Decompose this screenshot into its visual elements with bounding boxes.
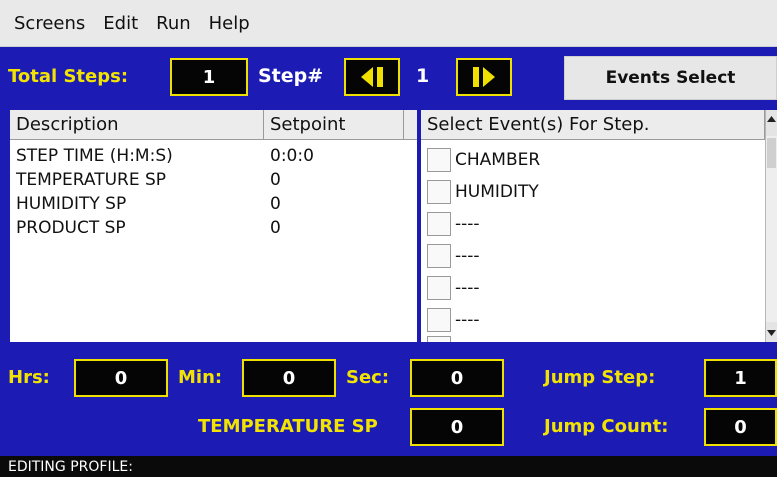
menu-run[interactable]: Run: [156, 13, 191, 34]
event-item[interactable]: ----: [421, 304, 765, 336]
event-checkbox: [427, 336, 451, 342]
next-step-button[interactable]: [456, 58, 512, 96]
arrow-left-icon: [361, 67, 383, 87]
events-panel: Select Event(s) For Step. CHAMBER HUMIDI…: [421, 110, 777, 342]
hrs-field[interactable]: 0: [74, 359, 168, 397]
event-label: ----: [455, 310, 480, 330]
event-item-partial: [421, 336, 765, 342]
scroll-thumb[interactable]: [767, 138, 776, 168]
table-row[interactable]: HUMIDITY SP 0: [10, 192, 417, 216]
setpoint-field-label: TEMPERATURE SP: [198, 416, 378, 437]
status-bar: EDITING PROFILE:: [0, 456, 777, 477]
table-row[interactable]: PRODUCT SP 0: [10, 216, 417, 240]
table-row[interactable]: STEP TIME (H:M:S) 0:0:0: [10, 144, 417, 168]
jump-count-label: Jump Count:: [544, 416, 669, 437]
row-description: TEMPERATURE SP: [16, 170, 167, 190]
row-setpoint: 0: [270, 218, 281, 238]
events-header: Select Event(s) For Step.: [421, 110, 765, 140]
table-row[interactable]: TEMPERATURE SP 0: [10, 168, 417, 192]
sec-label: Sec:: [346, 367, 390, 388]
event-checkbox[interactable]: [427, 148, 451, 172]
menu-screens[interactable]: Screens: [14, 13, 85, 34]
column-header-setpoint: Setpoint: [264, 110, 404, 140]
event-item-humidity[interactable]: HUMIDITY: [421, 176, 765, 208]
menu-help[interactable]: Help: [209, 13, 250, 34]
arrow-right-icon: [473, 67, 495, 87]
step-number-label: Step#: [258, 65, 324, 87]
setpoint-table: Description Setpoint STEP TIME (H:M:S) 0…: [10, 110, 417, 342]
jump-step-field[interactable]: 1: [704, 359, 777, 397]
hrs-label: Hrs:: [8, 367, 50, 388]
event-checkbox[interactable]: [427, 212, 451, 236]
total-steps-label: Total Steps:: [8, 66, 129, 87]
event-item[interactable]: ----: [421, 240, 765, 272]
row-setpoint: 0: [270, 170, 281, 190]
row-description: STEP TIME (H:M:S): [16, 146, 173, 166]
status-text: EDITING PROFILE:: [8, 458, 133, 475]
total-steps-field[interactable]: 1: [170, 58, 248, 96]
row-setpoint: 0:0:0: [270, 146, 314, 166]
menu-bar: Screens Edit Run Help: [0, 0, 777, 47]
event-label: ----: [455, 214, 480, 234]
prev-step-button[interactable]: [344, 58, 400, 96]
row-setpoint: 0: [270, 194, 281, 214]
min-label: Min:: [178, 367, 223, 388]
menu-edit[interactable]: Edit: [103, 13, 138, 34]
events-scrollbar[interactable]: [765, 110, 777, 342]
column-header-description: Description: [10, 110, 264, 140]
event-checkbox[interactable]: [427, 180, 451, 204]
jump-count-field[interactable]: 0: [704, 408, 777, 446]
row-description: HUMIDITY SP: [16, 194, 127, 214]
event-label: ----: [455, 246, 480, 266]
event-item[interactable]: ----: [421, 208, 765, 240]
event-item-chamber[interactable]: CHAMBER: [421, 144, 765, 176]
setpoint-field[interactable]: 0: [410, 408, 504, 446]
min-field[interactable]: 0: [242, 359, 336, 397]
scroll-up-icon[interactable]: [766, 110, 777, 136]
event-item[interactable]: ----: [421, 272, 765, 304]
event-checkbox[interactable]: [427, 276, 451, 300]
event-checkbox[interactable]: [427, 308, 451, 332]
scroll-down-icon[interactable]: [766, 322, 777, 342]
events-select-button[interactable]: Events Select: [564, 56, 777, 100]
event-checkbox[interactable]: [427, 244, 451, 268]
column-header-spacer: [404, 110, 417, 140]
event-label: ----: [455, 278, 480, 298]
jump-step-label: Jump Step:: [544, 367, 656, 388]
sec-field[interactable]: 0: [410, 359, 504, 397]
event-label: CHAMBER: [455, 150, 541, 170]
current-step-value: 1: [416, 65, 430, 87]
row-description: PRODUCT SP: [16, 218, 126, 238]
event-label: HUMIDITY: [455, 182, 539, 202]
